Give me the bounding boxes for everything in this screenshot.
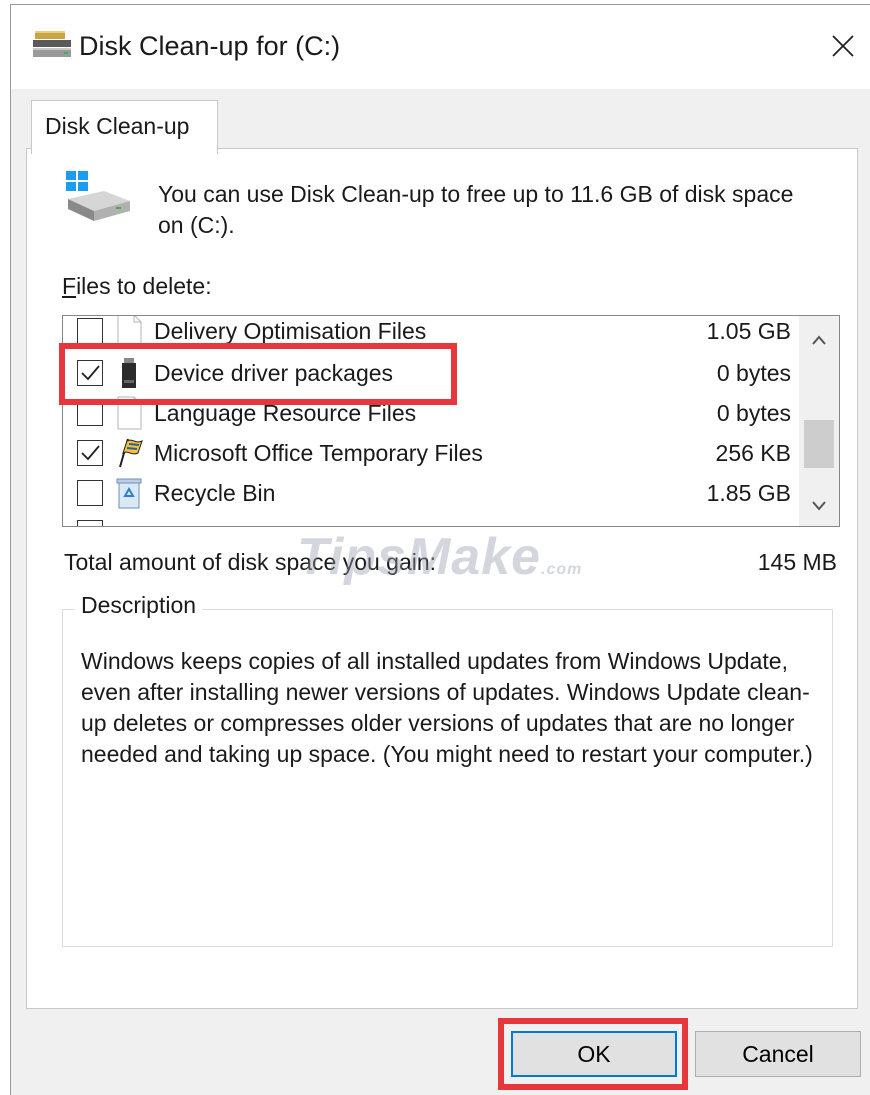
description-group: Description Windows keeps copies of all … <box>62 592 833 947</box>
file-name: Language Resource Files <box>154 400 417 426</box>
scroll-down-button[interactable] <box>799 486 839 526</box>
file-size: 1.05 GB <box>706 318 791 344</box>
file-size: 0 bytes <box>716 360 791 386</box>
close-icon <box>832 35 854 57</box>
list-item[interactable]: Device driver packages 0 bytes <box>63 354 791 394</box>
file-size: 0 bytes <box>716 400 791 426</box>
checkbox[interactable] <box>77 480 103 506</box>
usb-drive-icon <box>114 356 144 390</box>
tab-label: Disk Clean-up <box>45 113 190 139</box>
office-flag-icon <box>114 436 144 470</box>
file-name: Recycle Bin <box>154 480 276 506</box>
files-label-accel: F <box>62 273 77 299</box>
files-list[interactable]: Delivery Optimisation Files 1.05 GB Devi… <box>62 315 840 527</box>
file-size: 1.85 GB <box>706 480 791 506</box>
cancel-button[interactable]: Cancel <box>695 1031 861 1077</box>
disk-cleanup-app-icon <box>31 27 75 61</box>
file-name: Delivery Optimisation Files <box>154 318 427 344</box>
checkbox[interactable] <box>77 520 103 526</box>
chevron-down-icon <box>812 501 826 511</box>
hard-drive-icon <box>64 171 134 223</box>
checkbox-checked[interactable] <box>77 360 103 386</box>
title-bar: Disk Clean-up for (C:) <box>11 5 870 89</box>
watermark-suffix: .com <box>541 561 583 578</box>
blank-file-icon <box>114 316 144 348</box>
total-space-value: 145 MB <box>757 549 837 575</box>
recycle-bin-icon <box>114 476 144 510</box>
list-scrollbar[interactable] <box>799 316 839 526</box>
files-to-delete-label: Files to delete: <box>62 273 212 300</box>
list-item[interactable]: Delivery Optimisation Files 1.05 GB <box>63 316 791 352</box>
checkbox[interactable] <box>77 318 103 344</box>
description-legend: Description <box>75 592 203 619</box>
list-item[interactable]: Language Resource Files 0 bytes <box>63 394 791 434</box>
scroll-thumb[interactable] <box>804 420 834 468</box>
files-label-rest: iles to delete: <box>76 273 212 299</box>
window-title: Disk Clean-up for (C:) <box>79 31 341 61</box>
tab-panel: You can use Disk Clean-up to free up to … <box>26 148 858 1009</box>
ok-button[interactable]: OK <box>511 1031 677 1077</box>
intro-text: You can use Disk Clean-up to free up to … <box>158 181 794 238</box>
file-name: Device driver packages <box>154 360 394 386</box>
list-item[interactable] <box>63 514 791 526</box>
list-item[interactable]: Microsoft Office Temporary Files 256 KB <box>63 434 791 474</box>
close-button[interactable] <box>816 19 870 73</box>
total-space-label: Total amount of disk space you gain: <box>64 549 437 575</box>
checkmark-icon <box>81 445 100 461</box>
description-text: Windows keeps copies of all installed up… <box>81 648 813 767</box>
list-item[interactable]: Recycle Bin 1.85 GB <box>63 474 791 514</box>
checkbox[interactable] <box>77 400 103 426</box>
scroll-up-button[interactable] <box>799 320 839 360</box>
file-name: Microsoft Office Temporary Files <box>154 440 483 466</box>
checkmark-icon <box>81 365 100 381</box>
blank-file-icon <box>114 396 144 430</box>
chevron-up-icon <box>812 335 826 345</box>
checkbox-checked[interactable] <box>77 440 103 466</box>
disk-cleanup-window: Disk Clean-up for (C:) Disk Clean-up You… <box>10 4 870 1095</box>
file-size: 256 KB <box>715 440 791 466</box>
tab-disk-cleanup[interactable]: Disk Clean-up <box>31 100 218 154</box>
